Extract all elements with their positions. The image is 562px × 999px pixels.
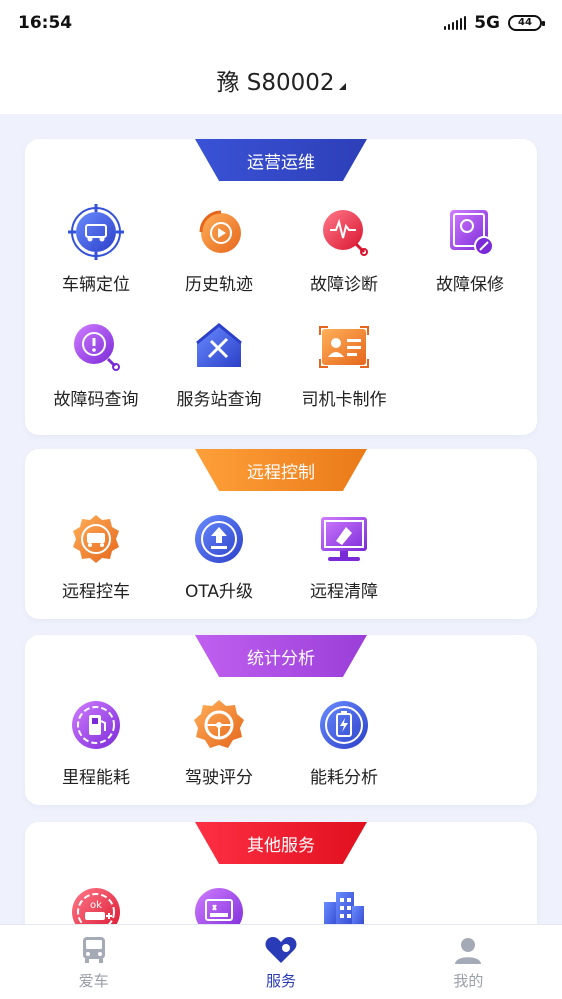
section-other-services: 其他服务 ok	[25, 822, 537, 924]
service-item[interactable]: 远程控车	[32, 511, 160, 602]
service-item[interactable]: 历史轨迹	[155, 204, 283, 295]
service-label: 远程控车	[62, 582, 130, 602]
section-title-remote: 远程控制	[195, 449, 367, 491]
service-item[interactable]: 故障码查询	[32, 319, 160, 410]
building-service-icon	[324, 892, 364, 924]
driver-card-icon	[319, 326, 369, 368]
service-label: 能耗分析	[310, 768, 378, 788]
ok-service-icon: ok	[72, 888, 120, 924]
bottom-tab-bar: 爱车 服务 我的	[0, 924, 562, 999]
service-label: OTA升级	[184, 582, 254, 602]
battery-level: 44	[518, 17, 532, 28]
display-service-icon	[195, 888, 243, 924]
signal-icon	[444, 16, 467, 30]
remote-clear-icon	[321, 517, 367, 561]
service-item[interactable]	[280, 884, 408, 924]
service-label: 故障诊断	[310, 275, 378, 295]
fault-code-icon	[74, 324, 120, 371]
fault-repair-icon	[450, 210, 494, 256]
service-item[interactable]: 司机卡制作	[280, 319, 408, 410]
remote-control-icon	[73, 515, 119, 563]
service-item[interactable]: 故障保修	[406, 204, 534, 295]
dropdown-caret-icon	[338, 82, 346, 90]
service-item[interactable]: OTA升级	[155, 511, 283, 602]
service-item[interactable]: ok	[32, 884, 160, 924]
section-title-statistics: 统计分析	[195, 635, 367, 677]
service-item[interactable]: 服务站查询	[155, 319, 283, 410]
service-item[interactable]: 驾驶评分	[155, 697, 283, 788]
tab-label: 服务	[265, 971, 296, 990]
network-label: 5G	[474, 13, 500, 33]
section-operations: 运营运维 车辆定位 历史轨迹 故障诊断 故障保修 故障码查询 服务站查询 司机卡…	[25, 139, 537, 435]
history-track-icon	[199, 210, 241, 253]
service-label: 司机卡制作	[301, 390, 387, 410]
profile-icon	[455, 937, 482, 964]
tab-service[interactable]: 服务	[187, 925, 374, 999]
service-item[interactable]: 远程清障	[280, 511, 408, 602]
services-content: 运营运维 车辆定位 历史轨迹 故障诊断 故障保修 故障码查询 服务站查询 司机卡…	[0, 114, 562, 924]
service-label: 服务站查询	[176, 390, 262, 410]
status-bar: 16:54 5G 44	[0, 0, 562, 46]
tab-label: 爱车	[78, 971, 109, 990]
energy-analysis-icon	[320, 701, 368, 749]
service-label: 车辆定位	[62, 275, 130, 295]
service-label: 故障保修	[436, 275, 504, 295]
service-label: 历史轨迹	[185, 275, 253, 295]
section-statistics: 统计分析 里程能耗 驾驶评分 能耗分析	[25, 635, 537, 805]
service-item[interactable]: 里程能耗	[32, 697, 160, 788]
section-remote-control: 远程控制 远程控车 OTA升级 远程清障	[25, 449, 537, 619]
service-heart-icon	[265, 936, 297, 963]
section-title-operations: 运营运维	[195, 139, 367, 181]
status-time: 16:54	[18, 13, 73, 33]
ota-upgrade-icon	[195, 515, 243, 563]
vehicle-locate-icon	[68, 204, 124, 260]
section-title-other: 其他服务	[195, 822, 367, 864]
service-label: 故障码查询	[53, 390, 139, 410]
service-item[interactable]: 能耗分析	[280, 697, 408, 788]
service-label: 驾驶评分	[185, 768, 253, 788]
battery-icon: 44	[508, 15, 545, 31]
fault-diagnosis-icon	[323, 210, 368, 256]
mileage-energy-icon	[72, 701, 120, 749]
status-indicators: 5G 44	[444, 13, 545, 33]
service-station-icon	[196, 323, 242, 367]
service-item[interactable]	[155, 884, 283, 924]
tab-car[interactable]: 爱车	[0, 925, 187, 999]
svg-text:ok: ok	[90, 900, 102, 911]
tab-profile[interactable]: 我的	[375, 925, 562, 999]
plate-number: 豫 S80002	[216, 70, 335, 96]
car-icon	[82, 936, 105, 963]
vehicle-selector[interactable]: 豫 S80002	[0, 46, 562, 114]
service-label: 远程清障	[310, 582, 378, 602]
tab-label: 我的	[453, 971, 484, 990]
service-item[interactable]: 故障诊断	[280, 204, 408, 295]
driving-score-icon	[194, 700, 244, 748]
service-item[interactable]: 车辆定位	[32, 204, 160, 295]
service-label: 里程能耗	[62, 768, 130, 788]
